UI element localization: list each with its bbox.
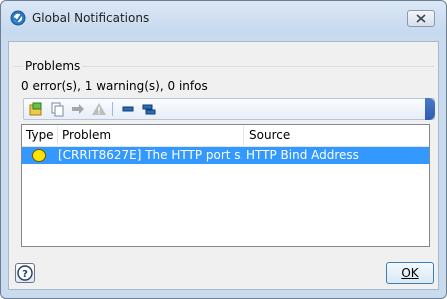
table-row[interactable]: [CRRIT8627E] The HTTP port s... HTTP Bin… — [22, 147, 429, 164]
svg-text:?: ? — [22, 269, 28, 280]
column-divider[interactable] — [243, 126, 244, 145]
help-button[interactable]: ? — [15, 263, 35, 283]
copy-icon[interactable] — [49, 101, 65, 117]
warning-circle-icon — [31, 148, 47, 166]
problems-group-label: Problems — [23, 59, 83, 73]
forward-icon[interactable] — [70, 101, 86, 117]
problems-table[interactable]: Type Problem Source [CRRIT8627E] The HTT… — [21, 124, 430, 247]
warning-filter-icon[interactable] — [91, 101, 107, 117]
collapse-all-icon[interactable] — [120, 101, 136, 117]
window-title: Global Notifications — [32, 11, 150, 25]
help-icon: ? — [17, 265, 33, 281]
column-header-type[interactable]: Type — [26, 128, 54, 142]
source-cell: HTTP Bind Address — [246, 148, 359, 162]
close-icon — [416, 14, 426, 23]
column-header-source[interactable]: Source — [249, 128, 290, 142]
problem-cell: [CRRIT8627E] The HTTP port s... — [58, 148, 242, 162]
column-header-problem[interactable]: Problem — [62, 128, 111, 142]
problems-toolbar — [23, 98, 435, 120]
close-button[interactable] — [407, 10, 435, 27]
toolbar-separator — [112, 102, 113, 116]
expand-all-icon[interactable] — [141, 101, 157, 117]
dialog-body: Problems 0 error(s), 1 warning(s), 0 inf… — [8, 41, 439, 290]
open-icon[interactable] — [28, 101, 44, 117]
column-divider[interactable] — [57, 126, 58, 145]
toolbar-accent — [425, 98, 435, 120]
problems-summary: 0 error(s), 1 warning(s), 0 infos — [21, 79, 208, 93]
app-icon — [10, 10, 26, 26]
title-bar[interactable]: Global Notifications — [1, 1, 446, 35]
ok-button[interactable]: OK — [386, 262, 434, 284]
global-notifications-dialog: Global Notifications Problems 0 error(s)… — [0, 0, 447, 299]
table-header: Type Problem Source — [22, 125, 429, 147]
